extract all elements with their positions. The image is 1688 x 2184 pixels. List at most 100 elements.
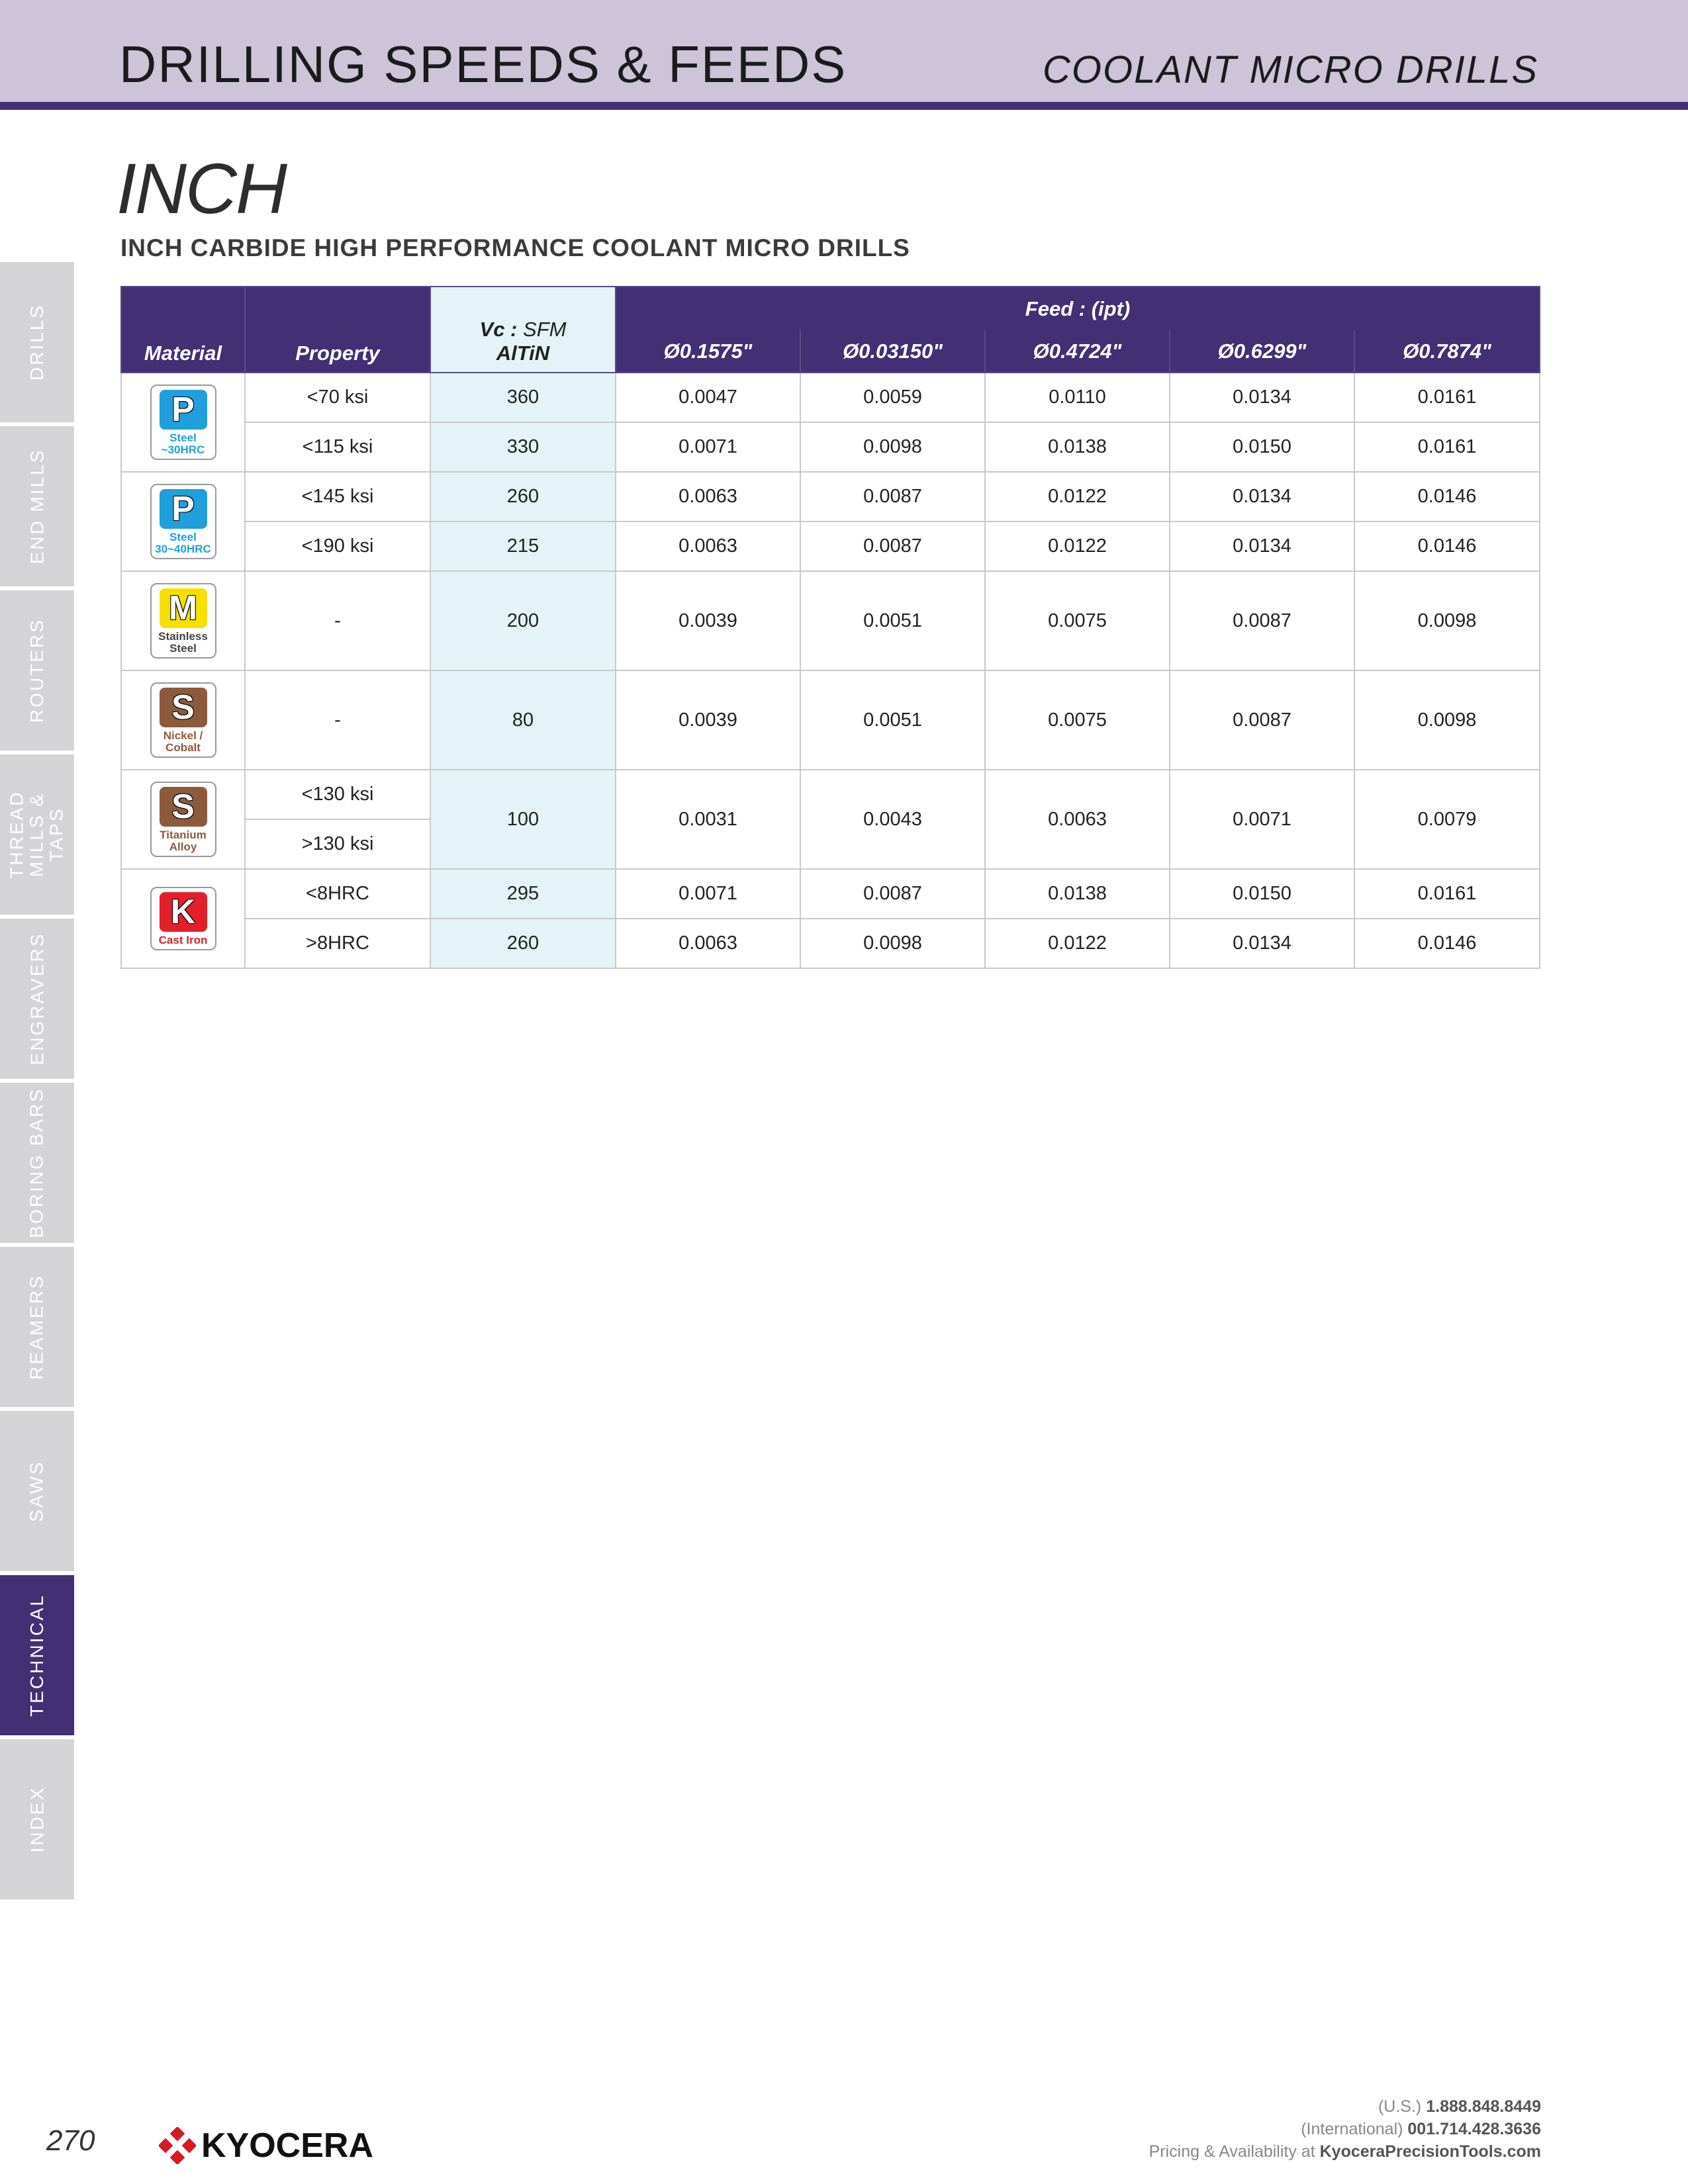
- speeds-feeds-table-wrapper: Material Property Vc : SFM AlTiN Feed : …: [120, 286, 1541, 969]
- feed-cell: 0.0098: [1353, 670, 1541, 770]
- feed-cell: 0.0150: [1169, 422, 1355, 473]
- tab-drills[interactable]: DRILLS: [0, 262, 74, 422]
- material-letter: S: [159, 787, 207, 827]
- feed-cell: 0.0063: [615, 471, 801, 522]
- page-header: DRILLING SPEEDS & FEEDS COOLANT MICRO DR…: [0, 0, 1688, 110]
- feed-cell: 0.0079: [1353, 769, 1541, 870]
- table-row: M Stainless Steel - 200 0.0039 0.0051 0.…: [120, 570, 1541, 671]
- material-badge-steel: P Steel ~30HRC: [150, 385, 216, 460]
- feed-cell: 0.0134: [1169, 372, 1355, 423]
- material-badge-nickel: S Nickel / Cobalt: [150, 682, 216, 758]
- feed-cell: 0.0087: [800, 868, 986, 919]
- feed-cell: 0.0134: [1169, 918, 1355, 969]
- page-number: 270: [46, 2124, 95, 2157]
- section-heading: INCH CARBIDE HIGH PERFORMANCE COOLANT MI…: [120, 234, 910, 261]
- feed-cell: 0.0134: [1169, 521, 1355, 572]
- kyocera-mark-icon: [159, 2127, 196, 2164]
- vc-cell: 260: [430, 918, 616, 969]
- tab-thread-mills-taps[interactable]: THREAD MILLS & TAPS: [0, 754, 74, 915]
- vc-cell: 100: [430, 769, 616, 870]
- website-link[interactable]: KyoceraPrecisionTools.com: [1320, 2142, 1541, 2161]
- material-caption: Steel ~30HRC: [161, 432, 205, 456]
- page-subtitle: COOLANT MICRO DRILLS: [1043, 48, 1538, 91]
- tab-reamers[interactable]: REAMERS: [0, 1247, 74, 1407]
- tab-saws[interactable]: SAWS: [0, 1411, 74, 1571]
- feed-cell: 0.0047: [615, 372, 801, 423]
- table-row: >8HRC 260 0.0063 0.0098 0.0122 0.0134 0.…: [121, 918, 1541, 969]
- feed-cell: 0.0146: [1353, 471, 1541, 522]
- material-letter: K: [159, 892, 207, 932]
- tab-boring-bars[interactable]: BORING BARS: [0, 1083, 74, 1243]
- tab-label: TECHNICAL: [26, 1594, 48, 1717]
- feed-cell: 0.0063: [984, 769, 1170, 870]
- header-diameter: Ø0.03150": [800, 330, 986, 373]
- table-row: <190 ksi 215 0.0063 0.0087 0.0122 0.0134…: [121, 521, 1541, 572]
- feed-cell: 0.0087: [800, 471, 986, 522]
- feed-cell: 0.0051: [800, 670, 986, 770]
- feed-cell: 0.0098: [800, 918, 986, 969]
- material-badge-stainless: M Stainless Steel: [150, 583, 216, 659]
- material-caption: Stainless Steel: [158, 630, 208, 655]
- header-feed: Feed : (ipt): [614, 286, 1541, 330]
- contact-block: (U.S.) 1.888.848.8449 (International) 00…: [1149, 2095, 1541, 2163]
- feed-cell: 0.0146: [1353, 918, 1541, 969]
- property-cell: -: [244, 570, 431, 671]
- page-title: DRILLING SPEEDS & FEEDS: [119, 35, 847, 93]
- feed-cell: 0.0122: [984, 521, 1170, 572]
- tab-label: BORING BARS: [26, 1087, 48, 1238]
- feed-cell: 0.0146: [1353, 521, 1541, 572]
- tab-label: END MILLS: [26, 448, 48, 565]
- table-row: S Nickel / Cobalt - 80 0.0039 0.0051 0.0…: [120, 670, 1541, 770]
- feed-cell: 0.0059: [800, 372, 986, 423]
- material-cell: M Stainless Steel: [120, 570, 246, 671]
- tab-label: THREAD MILLS & TAPS: [7, 790, 67, 879]
- table-row: P Steel 30~40HRC <145 ksi 260 0.0063 0.0…: [120, 471, 1541, 572]
- material-badge-titanium: S Titanium Alloy: [150, 782, 216, 857]
- property-cell: <145 ksi: [244, 471, 431, 522]
- material-caption: Titanium Alloy: [160, 829, 207, 853]
- material-caption: Steel 30~40HRC: [155, 531, 211, 555]
- material-badge-steel-hard: P Steel 30~40HRC: [150, 484, 216, 559]
- vc-cell: 215: [430, 521, 616, 572]
- table-row: <115 ksi 330 0.0071 0.0098 0.0138 0.0150…: [121, 422, 1541, 473]
- header-diameter: Ø0.1575": [615, 330, 801, 373]
- feed-cell: 0.0138: [984, 868, 1170, 919]
- tab-label: SAWS: [26, 1460, 47, 1522]
- units-heading: INCH: [117, 148, 287, 228]
- header-vc: Vc : SFM AlTiN: [430, 286, 616, 373]
- tab-routers[interactable]: ROUTERS: [0, 590, 74, 751]
- header-coating: AlTiN: [496, 341, 550, 365]
- tab-label: REAMERS: [26, 1274, 47, 1380]
- feed-cell: 0.0043: [800, 769, 986, 870]
- kyocera-logo[interactable]: KYOCERA: [159, 2126, 373, 2165]
- feed-cell: 0.0031: [615, 769, 801, 870]
- tab-index[interactable]: INDEX: [0, 1739, 74, 1899]
- property-cell: <115 ksi: [244, 422, 431, 473]
- property-cell: >8HRC: [244, 918, 431, 969]
- feed-cell: 0.0098: [800, 422, 986, 473]
- feed-cell: 0.0110: [984, 372, 1170, 423]
- feed-cell: 0.0071: [615, 868, 801, 919]
- material-cell: S Nickel / Cobalt: [120, 670, 246, 770]
- header-vc-label: Vc : SFM: [479, 318, 567, 341]
- brand-name: KYOCERA: [201, 2126, 374, 2165]
- tab-end-mills[interactable]: END MILLS: [0, 426, 74, 586]
- feed-cell: 0.0051: [800, 570, 986, 671]
- material-caption: Nickel / Cobalt: [163, 729, 203, 754]
- contact-us: (U.S.) 1.888.848.8449: [1378, 2097, 1541, 2116]
- material-cell: P Steel ~30HRC: [120, 372, 246, 473]
- feed-cell: 0.0161: [1353, 422, 1541, 473]
- tab-label: ENGRAVERS: [26, 932, 47, 1066]
- feed-cell: 0.0075: [984, 570, 1170, 671]
- feed-cell: 0.0138: [984, 422, 1170, 473]
- header-diameter: Ø0.4724": [984, 330, 1170, 373]
- tab-technical[interactable]: TECHNICAL: [0, 1575, 74, 1735]
- header-property: Property: [244, 286, 431, 373]
- material-letter: P: [159, 489, 207, 529]
- property-cell: >130 ksi: [244, 819, 431, 870]
- header-diameter: Ø0.6299": [1169, 330, 1355, 373]
- feed-cell: 0.0039: [615, 570, 801, 671]
- material-letter: P: [159, 390, 207, 430]
- feed-cell: 0.0150: [1169, 868, 1355, 919]
- tab-engravers[interactable]: ENGRAVERS: [0, 919, 74, 1079]
